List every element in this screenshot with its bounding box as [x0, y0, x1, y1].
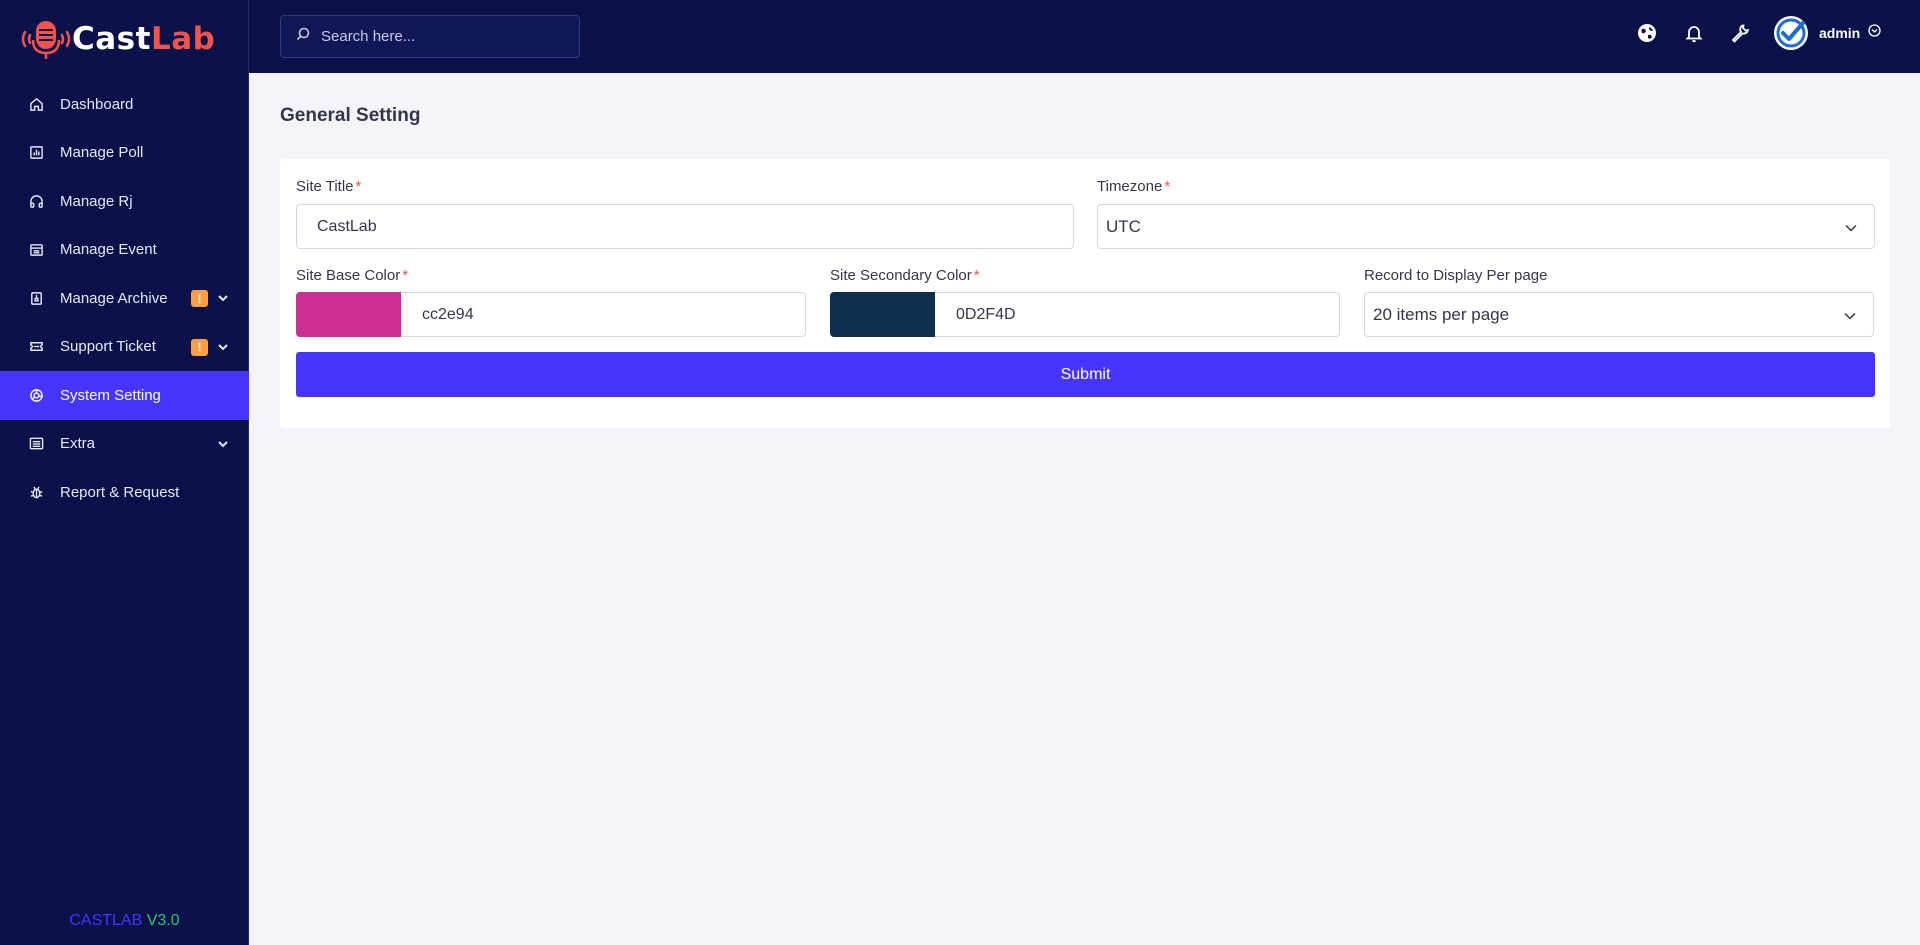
topbar: admin	[249, 0, 1920, 73]
globe-icon[interactable]	[1636, 22, 1658, 44]
timezone-select[interactable]: UTC	[1097, 204, 1875, 249]
sidebar-item-label: System Setting	[60, 386, 161, 404]
site-title-field[interactable]	[296, 204, 1074, 249]
calendar-icon	[28, 242, 44, 258]
alert-badge: !	[191, 290, 208, 307]
wrench-icon[interactable]	[1729, 22, 1751, 44]
general-setting-form: Site Title* Timezone* UTC Site Base Colo…	[280, 159, 1890, 428]
avatar	[1774, 16, 1808, 50]
timezone-label-text: Timezone	[1097, 178, 1163, 195]
site-base-color-label-text: Site Base Color	[296, 267, 401, 284]
logo[interactable]: CastLab	[20, 18, 215, 60]
bug-icon	[28, 484, 44, 500]
version-brand: CASTLAB	[69, 912, 143, 929]
archive-icon	[28, 290, 44, 306]
bell-icon[interactable]	[1683, 22, 1705, 44]
sidebar-item-label: Manage Poll	[60, 144, 144, 162]
required-mark: *	[973, 267, 980, 284]
headphones-icon	[28, 193, 44, 209]
sidebar-item-extra[interactable]: Extra	[0, 420, 249, 469]
chevron-down-icon[interactable]	[216, 291, 230, 305]
list-icon	[28, 436, 44, 452]
site-secondary-color-input[interactable]	[956, 305, 1339, 324]
timezone-label: Timezone *	[1097, 178, 1170, 195]
base-color-swatch[interactable]	[296, 292, 401, 337]
sidebar-item-label: Report & Request	[60, 483, 180, 501]
sidebar-item-manage-rj[interactable]: Manage Rj	[0, 177, 249, 226]
required-mark: *	[402, 267, 409, 284]
per-page-select[interactable]: 20 items per page	[1364, 292, 1874, 337]
settings-icon	[28, 387, 44, 403]
site-base-color-field[interactable]	[296, 292, 806, 337]
sidebar-nav: Dashboard Manage Poll Manage Rj Manage E…	[0, 80, 249, 517]
chevron-down-icon[interactable]	[216, 437, 230, 451]
home-icon	[28, 96, 44, 112]
per-page-label: Record to Display Per page	[1364, 267, 1548, 284]
site-title-label-text: Site Title	[296, 178, 354, 195]
chevron-down-icon	[1844, 220, 1858, 240]
logo-text: CastLab	[72, 21, 215, 57]
site-secondary-color-field[interactable]	[830, 292, 1340, 337]
search-input[interactable]	[321, 28, 561, 45]
version-label: CASTLAB V3.0	[0, 912, 249, 930]
sidebar-item-system-setting[interactable]: System Setting	[0, 371, 249, 420]
per-page-value: 20 items per page	[1373, 304, 1510, 324]
required-mark: *	[355, 178, 362, 195]
ticket-icon	[28, 339, 44, 355]
site-title-input[interactable]	[317, 217, 1073, 236]
site-base-color-label: Site Base Color *	[296, 267, 408, 284]
version-number: V3.0	[146, 912, 180, 929]
search-box[interactable]	[280, 15, 580, 58]
microphone-logo-icon	[20, 18, 72, 60]
user-name: admin	[1819, 25, 1861, 41]
sidebar-item-manage-event[interactable]: Manage Event	[0, 226, 249, 275]
logo-text-part2: Lab	[150, 21, 216, 57]
chart-icon	[28, 145, 44, 161]
sidebar-item-dashboard[interactable]: Dashboard	[0, 80, 249, 129]
site-secondary-color-label: Site Secondary Color *	[830, 267, 980, 284]
sidebar-item-label: Dashboard	[60, 95, 134, 113]
search-icon	[296, 27, 310, 46]
sidebar-item-report-request[interactable]: Report & Request	[0, 468, 249, 517]
page-title: General Setting	[280, 105, 421, 126]
required-mark: *	[1164, 178, 1171, 195]
logo-text-part1: Cast	[72, 21, 151, 57]
site-base-color-input[interactable]	[422, 305, 805, 324]
chevron-down-icon	[1868, 24, 1881, 42]
sidebar-item-label: Manage Archive	[60, 289, 168, 307]
alert-badge: !	[191, 338, 208, 356]
sidebar-item-label: Extra	[60, 435, 96, 453]
site-secondary-color-label-text: Site Secondary Color	[830, 267, 972, 284]
site-title-label: Site Title *	[296, 178, 361, 195]
sidebar-item-label: Manage Rj	[60, 192, 133, 210]
sidebar-item-label: Manage Event	[60, 241, 157, 259]
sidebar-item-label: Support Ticket	[60, 338, 156, 356]
user-menu[interactable]: admin	[1774, 15, 1881, 51]
chevron-down-icon[interactable]	[216, 340, 230, 354]
sidebar: CastLab Dashboard Manage Poll Manage Rj …	[0, 0, 249, 945]
sidebar-item-support-ticket[interactable]: Support Ticket !	[0, 323, 249, 372]
sidebar-item-manage-poll[interactable]: Manage Poll	[0, 129, 249, 178]
secondary-color-swatch[interactable]	[830, 292, 935, 337]
sidebar-item-manage-archive[interactable]: Manage Archive !	[0, 274, 249, 323]
chevron-down-icon	[1843, 308, 1857, 328]
timezone-value: UTC	[1106, 216, 1141, 236]
submit-button[interactable]: Submit	[296, 352, 1875, 397]
